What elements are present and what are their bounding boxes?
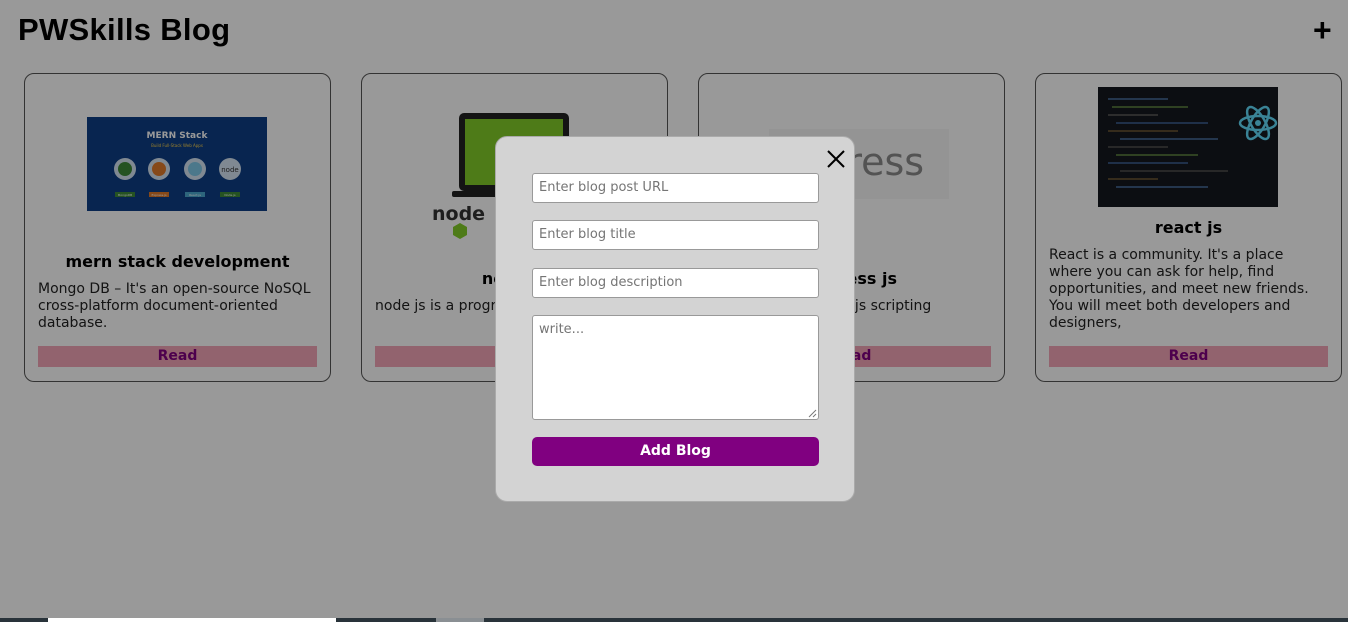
blog-url-input[interactable]: Enter blog post URL (532, 173, 819, 203)
add-blog-modal: Enter blog post URL Enter blog title Ent… (495, 136, 855, 502)
taskbar (0, 618, 1348, 622)
blog-content-textarea[interactable]: write... (532, 315, 819, 420)
blog-description-input[interactable]: Enter blog description (532, 268, 819, 298)
taskbar-item[interactable] (48, 618, 336, 622)
taskbar-item[interactable] (436, 618, 484, 622)
add-blog-submit-button[interactable]: Add Blog (532, 437, 819, 466)
blog-title-input[interactable]: Enter blog title (532, 220, 819, 250)
resize-handle-icon[interactable] (808, 409, 817, 418)
close-icon[interactable] (824, 147, 848, 171)
textarea-placeholder: write... (539, 322, 585, 337)
